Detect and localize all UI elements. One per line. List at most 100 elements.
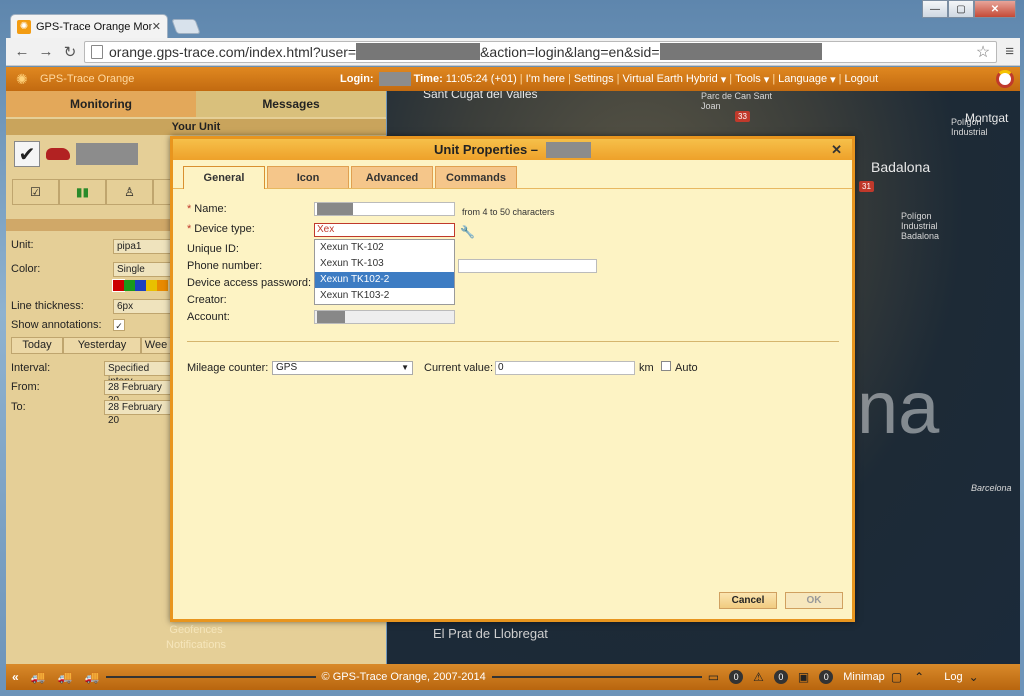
tab-title: GPS-Trace Orange Monitor xyxy=(35,20,152,33)
alert-icon[interactable]: ⚠ xyxy=(753,670,764,684)
map-label-el-prat: El Prat de Llobregat xyxy=(433,626,548,641)
device-type-input[interactable]: Xex xyxy=(314,223,455,237)
dropdown-option-selected[interactable]: Xexun TK102-2 xyxy=(315,272,454,288)
km-label: km xyxy=(639,362,654,374)
dropdown-option[interactable]: Xexun TK-103 xyxy=(315,256,454,272)
tab-today[interactable]: Today xyxy=(11,337,63,354)
app-topbar: ✺ GPS-Trace Orange Login: Time: 11:05:24… xyxy=(6,67,1020,91)
tab-yesterday[interactable]: Yesterday xyxy=(63,337,141,354)
chevron-down-icon: ▾ xyxy=(763,73,770,86)
cancel-button[interactable]: Cancel xyxy=(719,592,777,609)
unit-properties-dialog: Unit Properties – ✕ General Icon Advance… xyxy=(170,136,855,622)
dialog-tabs: General Icon Advanced Commands xyxy=(173,166,852,189)
picture-icon[interactable]: ▣ xyxy=(798,670,809,684)
new-tab-button[interactable] xyxy=(171,19,201,34)
tab-advanced[interactable]: Advanced xyxy=(351,166,433,188)
tab-monitoring[interactable]: Monitoring xyxy=(6,91,196,117)
creator-label: Creator: xyxy=(187,294,227,306)
show-annotations-label: Show annotations: xyxy=(11,319,102,331)
day-tabs: Today Yesterday Wee xyxy=(11,337,171,354)
link-logout[interactable]: Logout xyxy=(845,73,879,85)
double-chevron-left-icon[interactable]: « xyxy=(12,670,19,684)
truck-name-icon[interactable]: 🚚 xyxy=(58,670,73,684)
expand-up-icon[interactable]: ⌃ xyxy=(914,670,924,684)
tab-icon[interactable]: Icon xyxy=(267,166,349,188)
window-controls: — ▢ ✕ xyxy=(922,0,1016,18)
minimap-toggle-icon[interactable]: ▢ xyxy=(891,670,902,684)
current-value-label: Current value: xyxy=(424,362,494,374)
mileage-label: Mileage counter: xyxy=(187,362,269,374)
name-hint: from 4 to 50 characters xyxy=(462,207,555,217)
bottom-divider xyxy=(491,676,702,678)
current-value-input[interactable]: 0 xyxy=(495,361,635,375)
ok-button[interactable]: OK xyxy=(785,592,843,609)
redacted-unit-name xyxy=(76,143,138,165)
close-tab-icon[interactable]: ✕ xyxy=(152,20,161,33)
truck-add-icon[interactable]: 🚚 xyxy=(85,670,100,684)
bookmark-star-icon[interactable]: ☆ xyxy=(976,42,990,62)
browser-tab[interactable]: ✺ GPS-Trace Orange Monitor ✕ xyxy=(10,14,168,38)
count-badge-1: 0 xyxy=(729,670,744,684)
device-type-row: * Device type: xyxy=(187,223,255,235)
dropdown-option[interactable]: Xexun TK-102 xyxy=(315,240,454,256)
tab-week[interactable]: Wee xyxy=(141,337,171,354)
name-input[interactable] xyxy=(314,202,455,216)
forward-arrow-icon[interactable]: → xyxy=(36,42,56,62)
from-date-input[interactable]: 28 February 20 xyxy=(104,380,172,406)
link-notifications[interactable]: Notifications xyxy=(6,639,386,651)
show-annotations-checkbox[interactable]: ✓ xyxy=(113,319,125,331)
back-arrow-icon[interactable]: ← xyxy=(12,42,32,62)
to-date-input[interactable]: 28 February 20 xyxy=(104,400,172,426)
your-unit-header: Your Unit xyxy=(6,119,386,135)
dialog-divider xyxy=(187,341,839,342)
tab-commands[interactable]: Commands xyxy=(435,166,517,188)
login-label: Login: xyxy=(340,73,374,85)
link-im-here[interactable]: I'm here xyxy=(526,73,565,85)
message-icon[interactable]: ▭ xyxy=(708,670,719,684)
line-thickness-select[interactable]: 6px xyxy=(113,299,173,314)
redacted-login xyxy=(378,72,411,86)
chevron-down-icon: ▾ xyxy=(830,73,836,86)
address-bar[interactable]: orange.gps-trace.com/index.html?user= &a… xyxy=(84,40,998,63)
tab-messages[interactable]: Messages xyxy=(196,91,386,117)
count-badge-2: 0 xyxy=(773,670,788,684)
phone-input[interactable] xyxy=(458,259,597,273)
reload-icon[interactable]: ↻ xyxy=(60,42,80,62)
chrome-menu-icon[interactable]: ≡ xyxy=(1005,43,1014,60)
dropdown-option[interactable]: Xexun TK103-2 xyxy=(315,288,454,304)
link-settings[interactable]: Settings xyxy=(574,73,614,85)
unit-select[interactable]: pipa1 xyxy=(113,239,173,254)
minimap-link[interactable]: Minimap xyxy=(843,671,885,683)
map-label-barcelona-road: Barcelona xyxy=(971,483,1012,493)
close-icon[interactable]: ✕ xyxy=(831,142,842,158)
antenna-icon[interactable]: ♙ xyxy=(106,179,153,205)
auto-checkbox[interactable] xyxy=(661,361,671,371)
link-language[interactable]: Language xyxy=(778,73,827,85)
mileage-value: GPS xyxy=(276,362,298,373)
mileage-select[interactable]: GPS ▼ xyxy=(272,361,413,375)
maximize-icon[interactable]: ▢ xyxy=(948,0,974,18)
wrench-icon[interactable]: 🔧 xyxy=(460,225,475,239)
tab-general[interactable]: General xyxy=(183,166,265,189)
chevron-down-icon[interactable]: ⌄ xyxy=(969,670,979,684)
log-link[interactable]: Log xyxy=(944,671,962,683)
checkbox-icon[interactable]: ☑ xyxy=(12,179,59,205)
color-select[interactable]: Single xyxy=(113,262,173,277)
unit-check-icon[interactable]: ✔ xyxy=(14,141,40,167)
interval-select[interactable]: Specified interv xyxy=(104,361,172,387)
color-swatches[interactable] xyxy=(112,279,168,292)
account-field xyxy=(314,310,455,324)
bottom-divider xyxy=(105,676,316,678)
battery-icon[interactable]: ▮▮ xyxy=(59,179,106,205)
map-label-barcelona-large: na xyxy=(857,366,940,449)
redacted-sid xyxy=(659,43,822,60)
link-map-type[interactable]: Virtual Earth Hybrid xyxy=(623,73,718,85)
link-geofences[interactable]: Geofences xyxy=(6,624,386,636)
from-label: From: xyxy=(11,381,40,393)
close-window-icon[interactable]: ✕ xyxy=(974,0,1016,18)
truck-icon[interactable]: 🚚 xyxy=(31,670,46,684)
dialog-titlebar: Unit Properties – ✕ xyxy=(173,139,852,160)
link-tools[interactable]: Tools xyxy=(735,73,761,85)
minimize-icon[interactable]: — xyxy=(922,0,948,18)
phone-label: Phone number: xyxy=(187,260,263,272)
